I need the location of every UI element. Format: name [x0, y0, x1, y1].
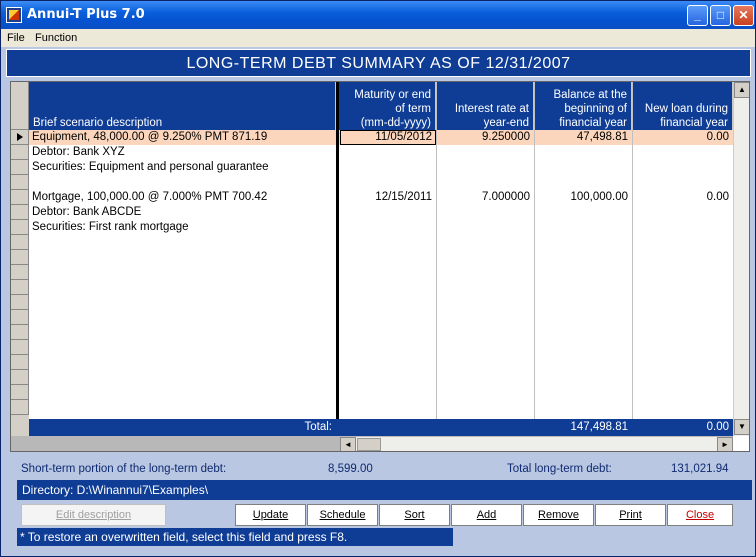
- cell-interest-rate[interactable]: 7.000000: [436, 190, 534, 205]
- row-header[interactable]: [11, 370, 29, 385]
- short-term-label: Short-term portion of the long-term debt…: [21, 463, 227, 475]
- window-title: Annui-T Plus 7.0: [27, 7, 145, 22]
- cell-interest-rate[interactable]: 9.250000: [436, 130, 534, 145]
- add-button[interactable]: Add: [451, 504, 522, 526]
- row-header[interactable]: [11, 235, 29, 250]
- scroll-left-icon[interactable]: ◄: [340, 437, 356, 451]
- row-header[interactable]: [11, 400, 29, 415]
- cell-new-loan[interactable]: 0.00: [632, 190, 733, 205]
- scroll-up-icon[interactable]: ▲: [734, 82, 749, 98]
- close-window-button[interactable]: ✕: [733, 5, 754, 26]
- scroll-right-icon[interactable]: ►: [717, 437, 733, 451]
- menu-bar: File Function: [1, 29, 755, 47]
- cell-new-loan[interactable]: 0.00: [632, 130, 733, 145]
- column-header-maturity[interactable]: Maturity or end of term (mm-dd-yyyy): [336, 82, 436, 133]
- total-new-loan: 0.00: [706, 421, 729, 433]
- row-header[interactable]: [11, 295, 29, 310]
- current-row-pointer-icon: [17, 133, 23, 141]
- totals-row: Total: 147,498.81 0.00: [29, 419, 733, 436]
- total-debt-value: 131,021.94: [671, 463, 729, 475]
- scroll-down-icon[interactable]: ▼: [734, 419, 749, 435]
- row-header[interactable]: [11, 310, 29, 325]
- menu-function[interactable]: Function: [35, 32, 77, 44]
- row-header[interactable]: [11, 205, 29, 220]
- cell-description[interactable]: Securities: First rank mortgage: [29, 220, 336, 235]
- app-window: Annui-T Plus 7.0 _ □ ✕ File Function LON…: [0, 0, 756, 557]
- column-header-new-loan[interactable]: New loan during financial year: [632, 82, 733, 133]
- short-term-value: 8,599.00: [328, 463, 373, 475]
- horizontal-scroll-thumb[interactable]: [357, 438, 381, 451]
- row-header[interactable]: [11, 340, 29, 355]
- cell-balance[interactable]: 47,498.81: [534, 130, 632, 145]
- row-header[interactable]: [11, 265, 29, 280]
- frozen-scroll-area: [11, 436, 340, 451]
- menu-file[interactable]: File: [7, 32, 25, 44]
- horizontal-scrollbar[interactable]: ◄ ►: [340, 436, 733, 451]
- page-title: LONG-TERM DEBT SUMMARY AS OF 12/31/2007: [6, 49, 751, 77]
- cell-description[interactable]: [29, 175, 336, 190]
- close-button[interactable]: Close: [667, 504, 733, 526]
- cell-description[interactable]: Debtor: Bank ABCDE: [29, 205, 336, 220]
- remove-button[interactable]: Remove: [523, 504, 594, 526]
- row-header[interactable]: [11, 250, 29, 265]
- edit-description-button[interactable]: Edit description: [21, 504, 166, 526]
- row-header[interactable]: [11, 385, 29, 400]
- schedule-button[interactable]: Schedule: [307, 504, 378, 526]
- column-header-balance[interactable]: Balance at the beginning of financial ye…: [534, 82, 632, 133]
- column-header-interest-rate[interactable]: Interest rate at year-end: [436, 82, 534, 133]
- total-debt-label: Total long-term debt:: [507, 463, 612, 475]
- cell-maturity[interactable]: 12/15/2011: [340, 190, 436, 205]
- app-icon: [6, 7, 22, 23]
- hint-text: * To restore an overwritten field, selec…: [17, 528, 453, 546]
- row-header-column: [11, 82, 29, 451]
- row-header[interactable]: [11, 220, 29, 235]
- totals-label: Total:: [304, 421, 333, 433]
- row-header[interactable]: [11, 130, 29, 145]
- cell-maturity-selected[interactable]: 11/05/2012: [340, 130, 436, 145]
- row-header[interactable]: [11, 160, 29, 175]
- column-header-description[interactable]: Brief scenario description: [29, 82, 336, 133]
- cell-balance[interactable]: 100,000.00: [534, 190, 632, 205]
- row-header[interactable]: [11, 280, 29, 295]
- maximize-button[interactable]: □: [710, 5, 731, 26]
- cell-description[interactable]: Equipment, 48,000.00 @ 9.250% PMT 871.19: [29, 130, 336, 145]
- row-header[interactable]: [11, 175, 29, 190]
- title-bar[interactable]: Annui-T Plus 7.0 _ □ ✕: [1, 1, 755, 29]
- row-header[interactable]: [11, 145, 29, 160]
- update-button[interactable]: Update: [235, 504, 306, 526]
- sort-button[interactable]: Sort: [379, 504, 450, 526]
- frozen-column-divider: [336, 82, 339, 419]
- print-button[interactable]: Print: [595, 504, 666, 526]
- cell-description[interactable]: Securities: Equipment and personal guara…: [29, 160, 336, 175]
- row-header[interactable]: [11, 355, 29, 370]
- row-header[interactable]: [11, 325, 29, 340]
- cell-description[interactable]: Mortgage, 100,000.00 @ 7.000% PMT 700.42: [29, 190, 336, 205]
- total-balance: 147,498.81: [570, 421, 628, 433]
- directory-path: Directory: D:\Winannui7\Examples\: [17, 480, 752, 500]
- minimize-button[interactable]: _: [687, 5, 708, 26]
- corner-header: [11, 82, 29, 130]
- debt-grid[interactable]: Brief scenario description Maturity or e…: [10, 81, 750, 452]
- cell-description[interactable]: Debtor: Bank XYZ: [29, 145, 336, 160]
- vertical-scrollbar[interactable]: ▲ ▼: [733, 82, 749, 436]
- row-header[interactable]: [11, 190, 29, 205]
